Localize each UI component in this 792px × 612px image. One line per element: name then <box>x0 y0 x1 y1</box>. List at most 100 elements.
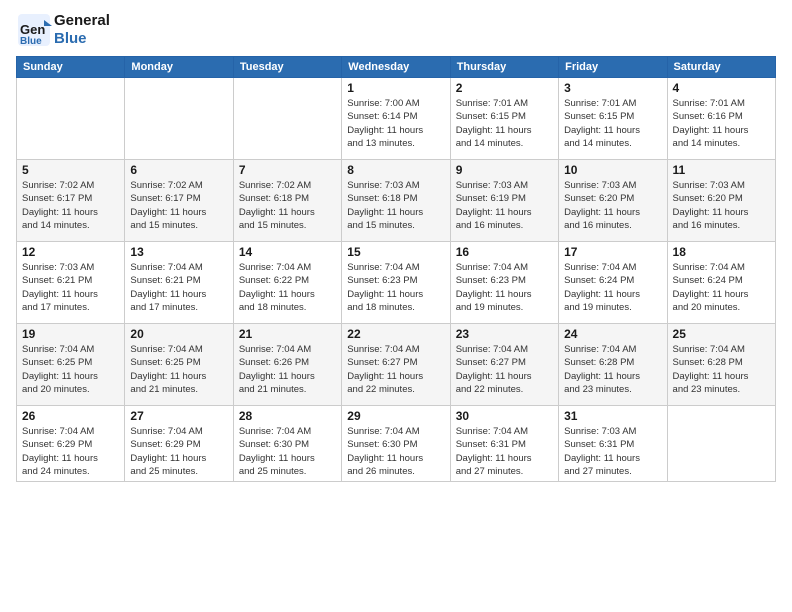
day-number: 11 <box>673 163 770 177</box>
day-number: 14 <box>239 245 336 259</box>
calendar-cell: 16Sunrise: 7:04 AM Sunset: 6:23 PM Dayli… <box>450 242 558 324</box>
day-info: Sunrise: 7:04 AM Sunset: 6:28 PM Dayligh… <box>673 343 770 396</box>
calendar-cell <box>17 78 125 160</box>
day-number: 23 <box>456 327 553 341</box>
day-info: Sunrise: 7:04 AM Sunset: 6:26 PM Dayligh… <box>239 343 336 396</box>
day-info: Sunrise: 7:04 AM Sunset: 6:28 PM Dayligh… <box>564 343 661 396</box>
day-info: Sunrise: 7:01 AM Sunset: 6:16 PM Dayligh… <box>673 97 770 150</box>
day-info: Sunrise: 7:04 AM Sunset: 6:30 PM Dayligh… <box>239 425 336 478</box>
calendar-cell: 24Sunrise: 7:04 AM Sunset: 6:28 PM Dayli… <box>559 324 667 406</box>
day-number: 15 <box>347 245 444 259</box>
day-number: 31 <box>564 409 661 423</box>
day-number: 13 <box>130 245 227 259</box>
day-number: 16 <box>456 245 553 259</box>
day-number: 12 <box>22 245 119 259</box>
day-number: 21 <box>239 327 336 341</box>
day-info: Sunrise: 7:04 AM Sunset: 6:25 PM Dayligh… <box>22 343 119 396</box>
calendar-cell: 12 Sunrise: 7:03 AM Sunset: 6:21 PM Dayli… <box>17 242 125 324</box>
logo-name2: Blue <box>54 30 110 48</box>
day-info: Sunrise: 7:03 AM Sunset: 6:20 PM Dayligh… <box>564 179 661 232</box>
svg-text:Gen: Gen <box>20 22 45 37</box>
day-number: 7 <box>239 163 336 177</box>
calendar-cell: 20 Sunrise: 7:04 AM Sunset: 6:25 PM Dayli… <box>125 324 233 406</box>
day-info: Sunrise: 7:04 AM Sunset: 6:24 PM Dayligh… <box>564 261 661 314</box>
day-number: 6 <box>130 163 227 177</box>
calendar-cell: 26Sunrise: 7:04 AM Sunset: 6:29 PM Dayli… <box>17 406 125 482</box>
day-info: Sunrise: 7:04 AM Sunset: 6:30 PM Dayligh… <box>347 425 444 478</box>
day-info: Sunrise: 7:03 AM Sunset: 6:21 PM Dayligh… <box>22 261 119 314</box>
day-info: Sunrise: 7:01 AM Sunset: 6:15 PM Dayligh… <box>456 97 553 150</box>
day-info: Sunrise: 7:04 AM Sunset: 6:21 PM Dayligh… <box>130 261 227 314</box>
day-number: 20 <box>130 327 227 341</box>
day-number: 28 <box>239 409 336 423</box>
calendar-cell: 29Sunrise: 7:04 AM Sunset: 6:30 PM Dayli… <box>342 406 450 482</box>
page: Gen Blue General Blue SundayMondayTuesda… <box>0 0 792 612</box>
calendar-cell: 17 Sunrise: 7:04 AM Sunset: 6:24 PM Dayli… <box>559 242 667 324</box>
weekday-header-row: SundayMondayTuesdayWednesdayThursdayFrid… <box>17 57 776 78</box>
day-info: Sunrise: 7:03 AM Sunset: 6:18 PM Dayligh… <box>347 179 444 232</box>
calendar-cell: 1 Sunrise: 7:00 AM Sunset: 6:14 PM Daylig… <box>342 78 450 160</box>
day-number: 10 <box>564 163 661 177</box>
weekday-header-friday: Friday <box>559 57 667 78</box>
day-info: Sunrise: 7:03 AM Sunset: 6:31 PM Dayligh… <box>564 425 661 478</box>
logo: Gen Blue General Blue <box>16 12 110 48</box>
day-info: Sunrise: 7:01 AM Sunset: 6:15 PM Dayligh… <box>564 97 661 150</box>
header: Gen Blue General Blue <box>16 12 776 48</box>
calendar-cell: 25 Sunrise: 7:04 AM Sunset: 6:28 PM Dayli… <box>667 324 775 406</box>
day-info: Sunrise: 7:00 AM Sunset: 6:14 PM Dayligh… <box>347 97 444 150</box>
calendar-cell <box>233 78 341 160</box>
day-number: 27 <box>130 409 227 423</box>
weekday-header-thursday: Thursday <box>450 57 558 78</box>
week-row-2: 5 Sunrise: 7:02 AM Sunset: 6:17 PM Daylig… <box>17 160 776 242</box>
day-number: 9 <box>456 163 553 177</box>
calendar-cell <box>125 78 233 160</box>
calendar-cell: 10 Sunrise: 7:03 AM Sunset: 6:20 PM Dayli… <box>559 160 667 242</box>
calendar-cell: 3 Sunrise: 7:01 AM Sunset: 6:15 PM Daylig… <box>559 78 667 160</box>
day-info: Sunrise: 7:04 AM Sunset: 6:24 PM Dayligh… <box>673 261 770 314</box>
weekday-header-wednesday: Wednesday <box>342 57 450 78</box>
day-number: 17 <box>564 245 661 259</box>
day-info: Sunrise: 7:03 AM Sunset: 6:20 PM Dayligh… <box>673 179 770 232</box>
calendar-cell: 2 Sunrise: 7:01 AM Sunset: 6:15 PM Daylig… <box>450 78 558 160</box>
weekday-header-monday: Monday <box>125 57 233 78</box>
logo-icon: Gen Blue <box>16 12 52 48</box>
week-row-3: 12 Sunrise: 7:03 AM Sunset: 6:21 PM Dayli… <box>17 242 776 324</box>
day-info: Sunrise: 7:02 AM Sunset: 6:17 PM Dayligh… <box>130 179 227 232</box>
day-number: 19 <box>22 327 119 341</box>
weekday-header-saturday: Saturday <box>667 57 775 78</box>
day-number: 2 <box>456 81 553 95</box>
week-row-5: 26 Sunrise: 7:04 AM Sunset: 6:29 PM Dayli… <box>17 406 776 482</box>
calendar-cell: 31 Sunrise: 7:03 AM Sunset: 6:31 PM Dayli… <box>559 406 667 482</box>
calendar-cell: 7 Sunrise: 7:02 AM Sunset: 6:18 PM Daylig… <box>233 160 341 242</box>
day-number: 3 <box>564 81 661 95</box>
day-info: Sunrise: 7:03 AM Sunset: 6:19 PM Dayligh… <box>456 179 553 232</box>
week-row-1: 1 Sunrise: 7:00 AM Sunset: 6:14 PM Daylig… <box>17 78 776 160</box>
logo-name: General <box>54 12 110 30</box>
day-number: 30 <box>456 409 553 423</box>
svg-text:Blue: Blue <box>20 36 42 47</box>
weekday-header-sunday: Sunday <box>17 57 125 78</box>
calendar-cell: 8 Sunrise: 7:03 AM Sunset: 6:18 PM Daylig… <box>342 160 450 242</box>
day-info: Sunrise: 7:04 AM Sunset: 6:25 PM Dayligh… <box>130 343 227 396</box>
day-info: Sunrise: 7:02 AM Sunset: 6:18 PM Dayligh… <box>239 179 336 232</box>
calendar-table: SundayMondayTuesdayWednesdayThursdayFrid… <box>16 56 776 482</box>
day-info: Sunrise: 7:04 AM Sunset: 6:23 PM Dayligh… <box>347 261 444 314</box>
calendar-cell: 11 Sunrise: 7:03 AM Sunset: 6:20 PM Dayli… <box>667 160 775 242</box>
day-info: Sunrise: 7:04 AM Sunset: 6:22 PM Dayligh… <box>239 261 336 314</box>
weekday-header-tuesday: Tuesday <box>233 57 341 78</box>
week-row-4: 19 Sunrise: 7:04 AM Sunset: 6:25 PM Dayli… <box>17 324 776 406</box>
calendar-cell: 27 Sunrise: 7:04 AM Sunset: 6:29 PM Dayli… <box>125 406 233 482</box>
day-number: 25 <box>673 327 770 341</box>
calendar-cell: 6 Sunrise: 7:02 AM Sunset: 6:17 PM Daylig… <box>125 160 233 242</box>
day-number: 22 <box>347 327 444 341</box>
calendar-cell: 30 Sunrise: 7:04 AM Sunset: 6:31 PM Dayli… <box>450 406 558 482</box>
day-number: 26 <box>22 409 119 423</box>
day-number: 1 <box>347 81 444 95</box>
calendar-cell: 19 Sunrise: 7:04 AM Sunset: 6:25 PM Dayli… <box>17 324 125 406</box>
day-info: Sunrise: 7:04 AM Sunset: 6:27 PM Dayligh… <box>456 343 553 396</box>
day-number: 5 <box>22 163 119 177</box>
calendar-cell: 9 Sunrise: 7:03 AM Sunset: 6:19 PM Daylig… <box>450 160 558 242</box>
day-info: Sunrise: 7:04 AM Sunset: 6:31 PM Dayligh… <box>456 425 553 478</box>
day-number: 8 <box>347 163 444 177</box>
day-info: Sunrise: 7:04 AM Sunset: 6:29 PM Dayligh… <box>130 425 227 478</box>
